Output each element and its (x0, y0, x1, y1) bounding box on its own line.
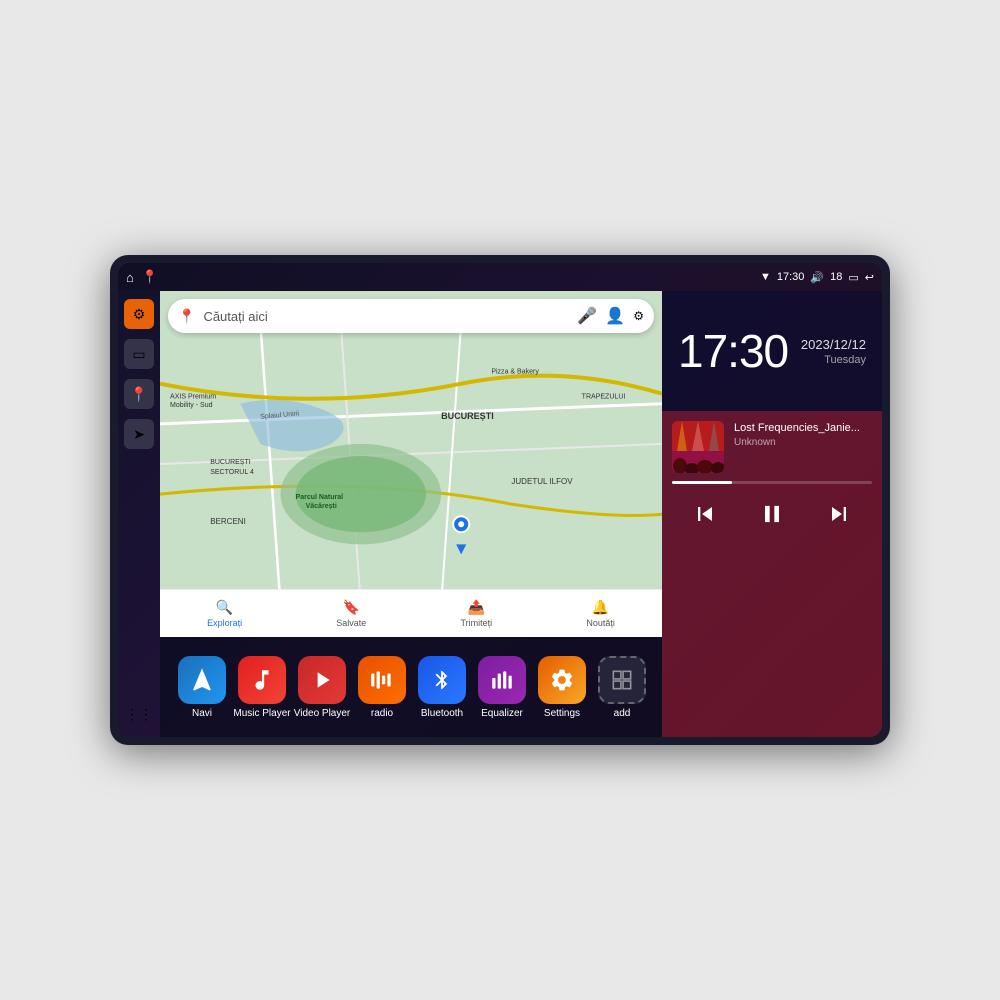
location-icon[interactable]: 📍 (142, 269, 158, 285)
status-bar: ⌂ 📍 ▼ 17:30 🔊 18 ▭ ↩ (118, 263, 882, 291)
map-svg: BUCUREȘTI JUDETUL ILFOV BERCENI BUCUREȘT… (160, 291, 662, 637)
progress-bar[interactable] (672, 481, 872, 484)
saved-icon: 🔖 (343, 599, 360, 616)
settings-label: Settings (544, 708, 580, 719)
sidebar-item-nav[interactable]: ➤ (124, 419, 154, 449)
screen: ⌂ 📍 ▼ 17:30 🔊 18 ▭ ↩ ⚙ ▭ 📍 ➤ ⋮⋮ (118, 263, 882, 737)
bluetooth-label: Bluetooth (421, 708, 463, 719)
sidebar-item-settings[interactable]: ⚙ (124, 299, 154, 329)
main-area: ⚙ ▭ 📍 ➤ ⋮⋮ (118, 291, 882, 737)
navi-label: Navi (192, 708, 212, 719)
map-search-text[interactable]: Căutați aici (203, 309, 569, 324)
app-music[interactable]: Music Player (232, 656, 292, 719)
music-label: Music Player (233, 708, 290, 719)
app-add[interactable]: add (592, 656, 652, 719)
clock-section: 17:30 2023/12/12 Tuesday (662, 291, 882, 411)
google-maps-icon: 📍 (178, 308, 195, 325)
home-icon[interactable]: ⌂ (126, 270, 134, 285)
app-radio[interactable]: radio (352, 656, 412, 719)
app-navi[interactable]: Navi (172, 656, 232, 719)
bt-icon (418, 656, 466, 704)
status-left: ⌂ 📍 (126, 269, 158, 285)
app-video[interactable]: Video Player (292, 656, 352, 719)
play-pause-button[interactable] (754, 496, 790, 538)
clock-time: 17:30 (678, 328, 788, 374)
map-search-bar[interactable]: 📍 Căutați aici 🎤 👤 ⚙ (168, 299, 654, 333)
music-controls (672, 496, 872, 538)
clock-date: 2023/12/12 Tuesday (801, 337, 866, 366)
center-area: BUCUREȘTI JUDETUL ILFOV BERCENI BUCUREȘT… (160, 291, 662, 737)
radio-label: radio (371, 708, 393, 719)
svg-text:TRAPEZULUI: TRAPEZULUI (582, 394, 626, 401)
send-label: Trimiteți (461, 618, 493, 628)
svg-text:Parcul Natural: Parcul Natural (296, 494, 344, 501)
next-button[interactable] (821, 496, 857, 538)
saved-label: Salvate (336, 618, 366, 628)
account-icon[interactable]: 👤 (605, 306, 625, 326)
app-settings[interactable]: Settings (532, 656, 592, 719)
right-panel: 17:30 2023/12/12 Tuesday (662, 291, 882, 737)
app-grid: Navi Music Player Video Player (160, 637, 662, 737)
sidebar: ⚙ ▭ 📍 ➤ ⋮⋮ (118, 291, 160, 737)
battery-icon: ▭ (848, 271, 858, 284)
svg-text:Mobility - Sud: Mobility - Sud (170, 402, 213, 409)
svg-text:BUCUREȘTI: BUCUREȘTI (210, 459, 251, 466)
more-icon[interactable]: ⚙ (633, 309, 644, 323)
eq-icon (478, 656, 526, 704)
radio-icon (358, 656, 406, 704)
video-icon (298, 656, 346, 704)
status-right: ▼ 17:30 🔊 18 ▭ ↩ (760, 271, 874, 284)
map-send-btn[interactable]: 📤 Trimiteți (461, 599, 493, 628)
mic-icon[interactable]: 🎤 (577, 306, 597, 326)
video-label: Video Player (294, 708, 351, 719)
explore-icon: 🔍 (216, 599, 233, 616)
app-equalizer[interactable]: Equalizer (472, 656, 532, 719)
map-explore-btn[interactable]: 🔍 Explorați (207, 599, 242, 628)
news-label: Noutăți (586, 618, 615, 628)
clock-date-day: Tuesday (801, 354, 866, 366)
sidebar-item-location[interactable]: 📍 (124, 379, 154, 409)
music-section: Lost Frequencies_Janie... Unknown (662, 411, 882, 737)
navi-icon (178, 656, 226, 704)
album-art (672, 421, 724, 473)
eq-label: Equalizer (481, 708, 523, 719)
music-artist: Unknown (734, 437, 872, 448)
news-icon: 🔔 (592, 599, 609, 616)
sidebar-item-files[interactable]: ▭ (124, 339, 154, 369)
settings-icon (538, 656, 586, 704)
svg-text:Pizza & Bakery: Pizza & Bakery (491, 369, 539, 376)
app-bluetooth[interactable]: Bluetooth (412, 656, 472, 719)
map-container[interactable]: BUCUREȘTI JUDETUL ILFOV BERCENI BUCUREȘT… (160, 291, 662, 637)
explore-label: Explorați (207, 618, 242, 628)
music-top: Lost Frequencies_Janie... Unknown (672, 421, 872, 473)
progress-fill (672, 481, 732, 484)
volume-icon: 🔊 (810, 271, 824, 284)
add-label: add (614, 708, 631, 719)
music-title: Lost Frequencies_Janie... (734, 421, 872, 435)
battery-level: 18 (830, 271, 842, 283)
music-icon (238, 656, 286, 704)
svg-text:AXIS Premium: AXIS Premium (170, 394, 216, 401)
map-bottom-bar: 🔍 Explorați 🔖 Salvate 📤 Trimiteți � (160, 589, 662, 637)
clock-status: 17:30 (777, 271, 805, 283)
svg-text:SECTORUL 4: SECTORUL 4 (210, 469, 254, 476)
svg-text:JUDETUL ILFOV: JUDETUL ILFOV (511, 477, 573, 486)
map-news-btn[interactable]: 🔔 Noutăți (586, 599, 615, 628)
wifi-icon: ▼ (760, 271, 771, 283)
svg-text:BUCUREȘTI: BUCUREȘTI (441, 411, 494, 421)
device-shell: ⌂ 📍 ▼ 17:30 🔊 18 ▭ ↩ ⚙ ▭ 📍 ➤ ⋮⋮ (110, 255, 890, 745)
send-icon: 📤 (468, 599, 485, 616)
svg-text:BERCENI: BERCENI (210, 517, 246, 526)
music-info: Lost Frequencies_Janie... Unknown (734, 421, 872, 448)
prev-button[interactable] (687, 496, 723, 538)
svg-text:Văcărești: Văcărești (306, 503, 337, 510)
back-icon[interactable]: ↩ (865, 271, 874, 284)
sidebar-item-apps[interactable]: ⋮⋮ (124, 699, 154, 729)
map-saved-btn[interactable]: 🔖 Salvate (336, 599, 366, 628)
add-icon (598, 656, 646, 704)
clock-date-main: 2023/12/12 (801, 337, 866, 352)
